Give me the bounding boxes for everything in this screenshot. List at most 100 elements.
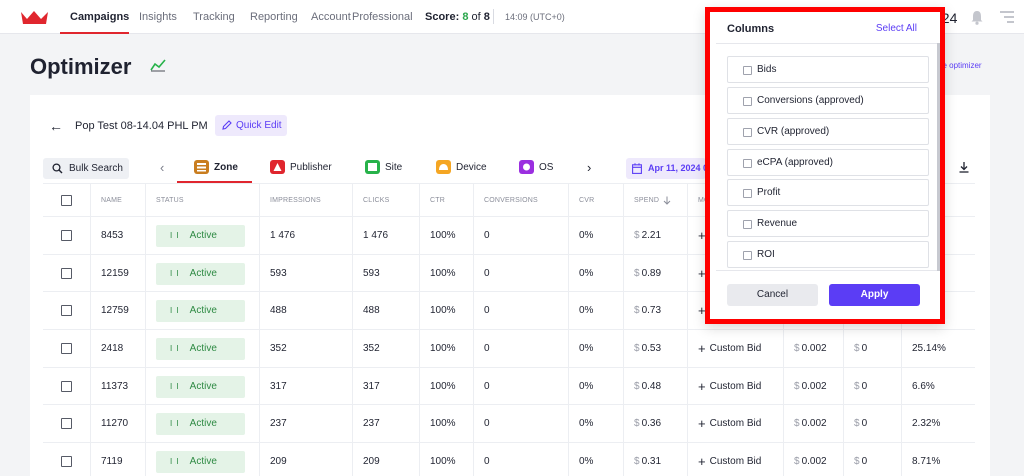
cell-profit-container: $0	[843, 405, 901, 442]
cell-bid-container[interactable]: + Custom Bid	[687, 405, 783, 442]
header-cvr[interactable]: CVR	[568, 184, 623, 216]
cell-conversions-container: 0	[473, 217, 568, 254]
cell-status-container: I I Active	[145, 405, 259, 442]
row-checkbox[interactable]	[61, 305, 72, 316]
download-icon[interactable]	[958, 161, 970, 173]
status-badge[interactable]: I I Active	[156, 299, 245, 322]
date-range-picker[interactable]: Apr 11, 2024 00:0	[626, 158, 706, 179]
plus-icon: +	[698, 341, 706, 356]
column-option-label: Profit	[757, 187, 781, 198]
cell-impressions: 488	[270, 305, 287, 316]
row-checkbox[interactable]	[61, 343, 72, 354]
row-checkbox[interactable]	[61, 456, 72, 467]
cell-bid-container[interactable]: + Custom Bid	[687, 443, 783, 476]
status-label: Active	[189, 418, 217, 429]
currency-symbol: $	[634, 305, 640, 316]
bell-icon[interactable]	[970, 10, 984, 25]
header-status[interactable]: STATUS	[145, 184, 259, 216]
status-badge[interactable]: I I Active	[156, 262, 245, 285]
bulk-search-button[interactable]: Bulk Search	[43, 158, 129, 179]
cell-name: 7119	[101, 456, 123, 467]
cell-impressions-container: 1 476	[259, 217, 352, 254]
column-option-ecpa-approved[interactable]: eCPA (approved)	[727, 149, 929, 176]
clock: 14:09 (UTC+0)	[505, 12, 565, 22]
quick-edit-button[interactable]: Quick Edit	[215, 115, 287, 136]
select-all-rows-checkbox[interactable]	[61, 194, 72, 206]
row-checkbox[interactable]	[61, 230, 72, 241]
tab-os[interactable]: OS	[539, 162, 553, 173]
status-badge[interactable]: I I Active	[156, 224, 245, 247]
back-arrow-icon[interactable]: ←	[49, 118, 63, 134]
column-option-profit[interactable]: Profit	[727, 179, 929, 206]
column-checkbox[interactable]	[743, 189, 752, 198]
cell-impressions-container: 237	[259, 405, 352, 442]
nav-account[interactable]: Account	[311, 11, 351, 23]
header-ctr[interactable]: CTR	[419, 184, 473, 216]
column-option-revenue[interactable]: Revenue	[727, 210, 929, 237]
header-checkbox-cell	[43, 184, 90, 216]
cell-bid-container[interactable]: + Custom Bid	[687, 330, 783, 367]
column-option-label: CVR (approved)	[757, 126, 830, 137]
column-checkbox[interactable]	[743, 159, 752, 168]
status-badge[interactable]: I I Active	[156, 450, 245, 473]
nav-campaigns[interactable]: Campaigns	[70, 11, 129, 23]
cell-spend-container: $0.48	[623, 368, 687, 405]
cell-bid-container[interactable]: + Custom Bid	[687, 368, 783, 405]
column-option-bids[interactable]: Bids	[727, 56, 929, 83]
column-checkbox[interactable]	[743, 66, 752, 75]
header-conversions[interactable]: CONVERSIONS	[473, 184, 568, 216]
menu-icon[interactable]	[1000, 11, 1014, 23]
nav-reporting[interactable]: Reporting	[250, 11, 298, 23]
cancel-button[interactable]: Cancel	[727, 284, 818, 306]
status-label: Active	[189, 381, 217, 392]
brand-logo-icon[interactable]	[21, 10, 48, 24]
apply-button[interactable]: Apply	[829, 284, 920, 306]
status-badge[interactable]: I I Active	[156, 337, 245, 360]
tab-zone[interactable]: Zone	[214, 162, 238, 173]
status-label: Active	[189, 305, 217, 316]
select-all-link[interactable]: Select All	[876, 23, 917, 34]
cell-cvr-container: 0%	[568, 217, 623, 254]
currency-symbol: $	[854, 343, 860, 354]
cell-ctr-container: 100%	[419, 255, 473, 292]
cell-clicks: 488	[363, 305, 380, 316]
header-impressions[interactable]: IMPRESSIONS	[259, 184, 352, 216]
header-spend[interactable]: SPEND	[623, 184, 687, 216]
cell-name: 12759	[101, 305, 129, 316]
cell-impressions: 593	[270, 268, 287, 279]
column-option-roi[interactable]: ROI	[727, 241, 929, 268]
bulk-search-label: Bulk Search	[69, 163, 123, 174]
column-option-conversions-approved[interactable]: Conversions (approved)	[727, 87, 929, 114]
tab-device[interactable]: Device	[456, 162, 487, 173]
header-clicks[interactable]: CLICKS	[352, 184, 419, 216]
status-badge[interactable]: I I Active	[156, 412, 245, 435]
column-checkbox[interactable]	[743, 220, 752, 229]
cell-clicks-container: 237	[352, 405, 419, 442]
tabs-next-icon[interactable]: ›	[587, 160, 591, 175]
cell-ctr: 100%	[430, 305, 456, 316]
nav-insights[interactable]: Insights	[139, 11, 177, 23]
column-checkbox[interactable]	[743, 251, 752, 260]
row-checkbox[interactable]	[61, 381, 72, 392]
cell-name-container: 2418	[90, 330, 145, 367]
cell-ctr-container: 100%	[419, 368, 473, 405]
os-icon	[519, 160, 534, 174]
zone-icon	[194, 160, 209, 174]
header-name[interactable]: NAME	[90, 184, 145, 216]
cell-spend: 0.31	[641, 456, 662, 467]
column-option-cvr-approved[interactable]: CVR (approved)	[727, 118, 929, 145]
cell-conversions: 0	[484, 268, 490, 279]
nav-tracking[interactable]: Tracking	[193, 11, 235, 23]
row-checkbox[interactable]	[61, 418, 72, 429]
cell-spend-container: $2.21	[623, 217, 687, 254]
column-checkbox[interactable]	[743, 97, 752, 106]
cell-clicks: 593	[363, 268, 380, 279]
tab-publisher[interactable]: Publisher	[290, 162, 332, 173]
tab-site[interactable]: Site	[385, 162, 402, 173]
tabs-prev-icon[interactable]: ‹	[160, 160, 164, 175]
column-checkbox[interactable]	[743, 128, 752, 137]
status-badge[interactable]: I I Active	[156, 375, 245, 398]
columns-list-scrollbar[interactable]	[937, 43, 940, 271]
cell-ctr: 100%	[430, 343, 456, 354]
row-checkbox[interactable]	[61, 268, 72, 279]
